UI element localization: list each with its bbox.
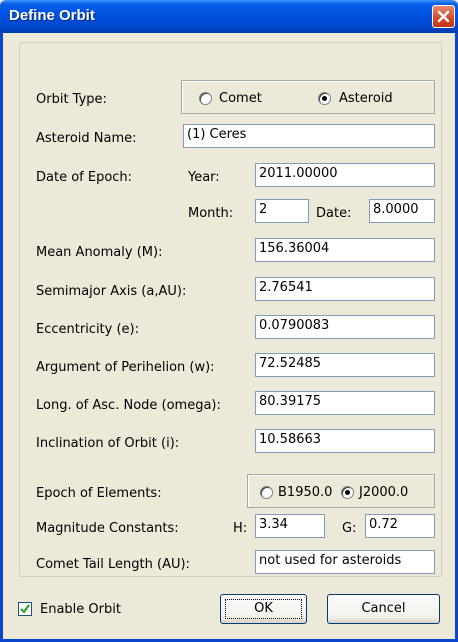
year-input[interactable]: 2011.00000 (255, 163, 435, 187)
cancel-button[interactable]: Cancel (327, 594, 440, 624)
eccentricity-input[interactable]: 0.0790083 (255, 315, 435, 339)
eccentricity-label: Eccentricity (e): (36, 322, 140, 337)
ok-button[interactable]: OK (220, 594, 307, 624)
date-label: Date: (316, 206, 352, 221)
g-label: G: (342, 521, 357, 536)
asteroid-radio[interactable] (318, 92, 331, 105)
comet-radio-label[interactable]: Comet (219, 91, 262, 106)
argument-of-perihelion-input[interactable]: 72.52485 (255, 353, 435, 377)
comet-tail-length-label: Comet Tail Length (AU): (36, 557, 190, 572)
date-of-epoch-label: Date of Epoch: (36, 170, 133, 185)
comet-tail-length-input[interactable]: not used for asteroids (255, 550, 435, 574)
orbit-type-label: Orbit Type: (36, 92, 107, 107)
semimajor-axis-label: Semimajor Axis (a,AU): (36, 284, 187, 299)
month-input[interactable]: 2 (255, 199, 309, 223)
inclination-input[interactable]: 10.58663 (255, 429, 435, 453)
close-icon (437, 10, 450, 23)
long-asc-node-input[interactable]: 80.39175 (255, 391, 435, 415)
close-button[interactable] (432, 5, 455, 28)
month-label: Month: (188, 206, 234, 221)
b1950-radio[interactable] (260, 486, 273, 499)
inclination-label: Inclination of Orbit (i): (36, 436, 180, 451)
g-input[interactable]: 0.72 (365, 514, 435, 538)
h-input[interactable]: 3.34 (255, 514, 325, 538)
long-asc-node-label: Long. of Asc. Node (omega): (36, 398, 221, 413)
j2000-radio[interactable] (341, 486, 354, 499)
enable-orbit-label[interactable]: Enable Orbit (40, 602, 121, 617)
asteroid-name-label: Asteroid Name: (36, 131, 137, 146)
enable-orbit-checkbox[interactable] (18, 602, 32, 616)
mean-anomaly-label: Mean Anomaly (M): (36, 245, 163, 260)
asteroid-radio-label[interactable]: Asteroid (339, 91, 393, 106)
window-title: Define Orbit (9, 7, 95, 24)
argument-of-perihelion-label: Argument of Perihelion (w): (36, 360, 215, 375)
date-input[interactable]: 8.0000 (369, 199, 435, 223)
magnitude-constants-label: Magnitude Constants: (36, 521, 179, 536)
b1950-radio-label[interactable]: B1950.0 (278, 485, 332, 500)
year-label: Year: (188, 170, 220, 185)
j2000-radio-label[interactable]: J2000.0 (359, 485, 408, 500)
asteroid-name-input[interactable]: (1) Ceres (183, 124, 435, 148)
h-label: H: (233, 521, 248, 536)
epoch-of-elements-label: Epoch of Elements: (36, 486, 162, 501)
checkmark-icon (20, 604, 30, 614)
semimajor-axis-input[interactable]: 2.76541 (255, 277, 435, 301)
comet-radio[interactable] (199, 92, 212, 105)
mean-anomaly-input[interactable]: 156.36004 (255, 238, 435, 262)
title-bar: Define Orbit (0, 0, 458, 33)
